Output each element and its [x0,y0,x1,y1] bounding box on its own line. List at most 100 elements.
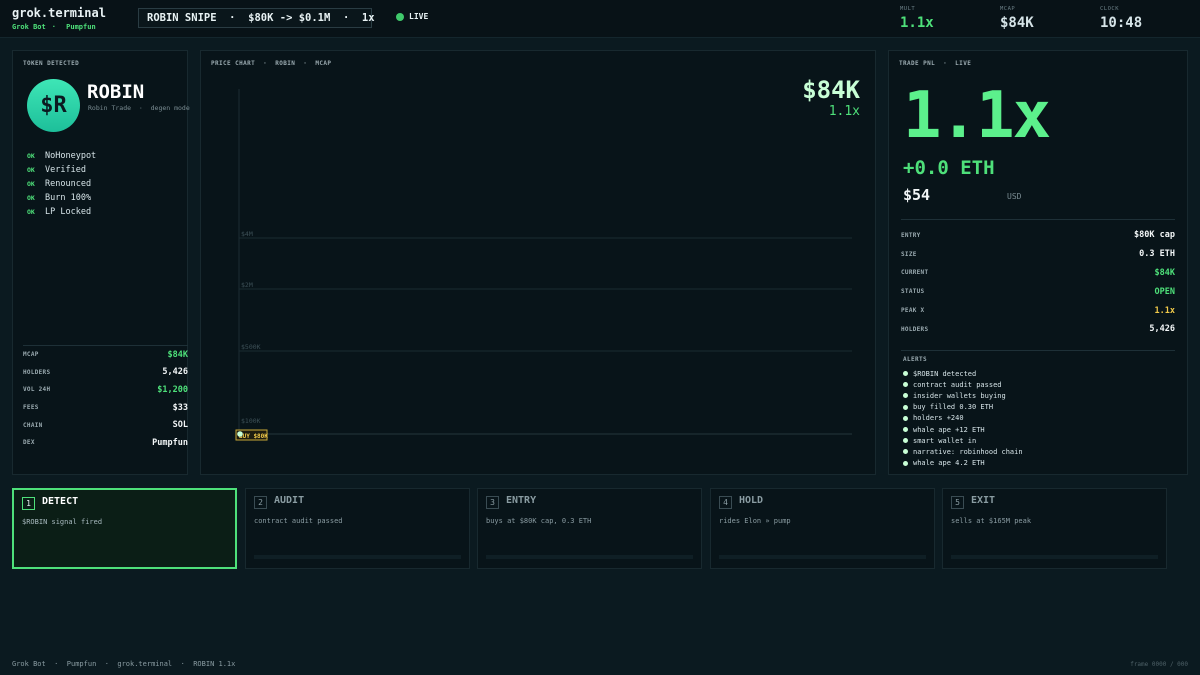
step-title: DETECT [42,496,79,507]
check-item: OK NoHoneypot [27,149,96,163]
price-chart: $4M $2M $500K $100K BUY $80K [235,89,852,441]
y-tick-label: $500K [241,343,261,351]
token-stat-row: DEX Pumpfun [23,434,188,452]
snipe-ticker: ROBIN SNIPE · $80K -> $0.1M · 1x [138,8,375,28]
check-label: Verified [45,165,86,175]
pnl-usd: $54 [903,186,931,204]
step-title: HOLD [739,495,764,506]
pnl-stat-row: CURRENT $84K [901,264,1175,283]
trade-pnl-panel: TRADE PNL · LIVE 1.1x +0.0 ETH $54 USD E… [888,50,1188,475]
step-audit[interactable]: 2 AUDIT contract audit passed [245,488,470,569]
check-item: OK LP Locked [27,205,96,219]
stat-label: MCAP [1000,6,1016,12]
bullet-icon [903,415,908,421]
header-stat-mcap: MCAP $84K [1000,6,1034,31]
stat-key: CHAIN [23,421,43,429]
check-status: OK [27,194,35,202]
stat-value: Pumpfun [152,437,188,448]
stat-value: $33 [172,402,188,413]
step-progress-bar [254,555,461,559]
stat-key: VOL 24H [23,386,51,394]
stat-value: 10:48 [1100,15,1143,31]
step-number: 2 [254,496,267,509]
step-description: sells at $165M peak [951,517,1032,525]
token-name: ROBIN [87,81,145,103]
live-indicator: LIVE [396,12,428,21]
pnl-stat-row: HOLDERS 5,426 [901,320,1175,339]
brand: grok.terminal Grok Bot · Pumpfun [12,6,106,31]
alert-item: whale ape 4.2 ETH [903,458,1023,469]
step-description: contract audit passed [254,517,343,525]
check-status: OK [27,152,35,160]
stat-value: $1,200 [157,384,188,395]
check-label: LP Locked [45,207,92,217]
stat-label: MULT [900,6,916,12]
stat-value: 1.1x [1154,305,1175,316]
bullet-icon [903,371,908,377]
pnl-stat-row: ENTRY $80K cap [901,226,1175,245]
token-stat-row: VOL 24H $1,200 [23,381,188,399]
safety-checks: OK NoHoneypot OK Verified OK Renounced OK Bu… [27,149,96,219]
stat-key: CURRENT [901,269,929,277]
check-status: OK [27,166,35,174]
alert-item: $ROBIN detected [903,368,1023,379]
alert-text: $ROBIN detected [913,369,977,378]
stat-value: 0.3 ETH [1139,249,1175,260]
buy-marker-label: BUY $80K [239,433,268,440]
step-number: 5 [951,496,964,509]
check-label: Renounced [45,179,92,189]
check-item: OK Burn 100% [27,191,96,205]
stat-key: MCAP [23,351,39,359]
pnl-eth: +0.0 ETH [903,157,995,179]
alert-item: whale ape +12 ETH [903,424,1023,435]
step-exit[interactable]: 5 EXIT sells at $165M peak [942,488,1167,569]
check-label: Burn 100% [45,193,92,203]
bullet-icon [903,438,908,444]
price-chart-panel: PRICE CHART · ROBIN · MCAP $84K 1.1x $4M… [200,50,876,475]
alert-text: holders +240 [913,414,964,423]
pnl-stat-row: STATUS OPEN [901,282,1175,301]
panel-title: TOKEN DETECTED [23,60,80,67]
stat-value: 5,426 [1149,324,1175,335]
stat-key: DEX [23,439,35,447]
brand-tag-bot: Grok Bot [12,23,46,31]
y-tick-label: $4M [241,230,253,238]
stat-value: 5,426 [162,367,188,378]
step-hold[interactable]: 4 HOLD rides Elon » pump [710,488,935,569]
step-detect[interactable]: 1 DETECT $ROBIN signal fired [12,488,237,569]
stat-key: SIZE [901,250,917,258]
header-stat-mult: MULT 1.1x [900,6,934,31]
pnl-multiplier: 1.1x [903,79,1051,153]
alert-item: holders +240 [903,413,1023,424]
step-title: AUDIT [274,495,305,506]
pnl-stat-row: SIZE 0.3 ETH [901,245,1175,264]
step-progress-bar [951,555,1158,559]
stat-value: SOL [172,420,188,431]
brand-tags: Grok Bot · Pumpfun [12,23,106,31]
step-number: 3 [486,496,499,509]
header-stat-clock: CLOCK 10:48 [1100,6,1142,31]
step-number: 1 [22,497,35,510]
stat-value: $84K [1000,15,1034,31]
footer-credits: Grok Bot · Pumpfun · grok.terminal · ROB… [12,660,236,668]
step-entry[interactable]: 3 ENTRY buys at $80K cap, 0.3 ETH [477,488,702,569]
stat-value: $84K [1154,267,1175,278]
alert-text: narrative: robinhood chain [913,447,1023,456]
token-stat-row: FEES $33 [23,399,188,417]
step-title: ENTRY [506,495,537,506]
bullet-icon [903,427,908,433]
alert-item: smart wallet in [903,435,1023,446]
check-status: OK [27,208,35,216]
check-status: OK [27,180,35,188]
stat-value: $84K [167,349,188,360]
stat-key: ENTRY [901,231,921,239]
token-subtitle: Robin Trade · degen mode [88,104,190,112]
bullet-icon [903,449,908,455]
current-price-point [237,431,243,437]
token-stat-row: MCAP $84K [23,346,188,364]
token-stat-row: HOLDERS 5,426 [23,364,188,382]
stat-key: HOLDERS [23,368,51,376]
stat-key: FEES [23,404,39,412]
alerts-list: $ROBIN detected contract audit passed in… [903,368,1023,469]
live-label: LIVE [409,12,429,21]
